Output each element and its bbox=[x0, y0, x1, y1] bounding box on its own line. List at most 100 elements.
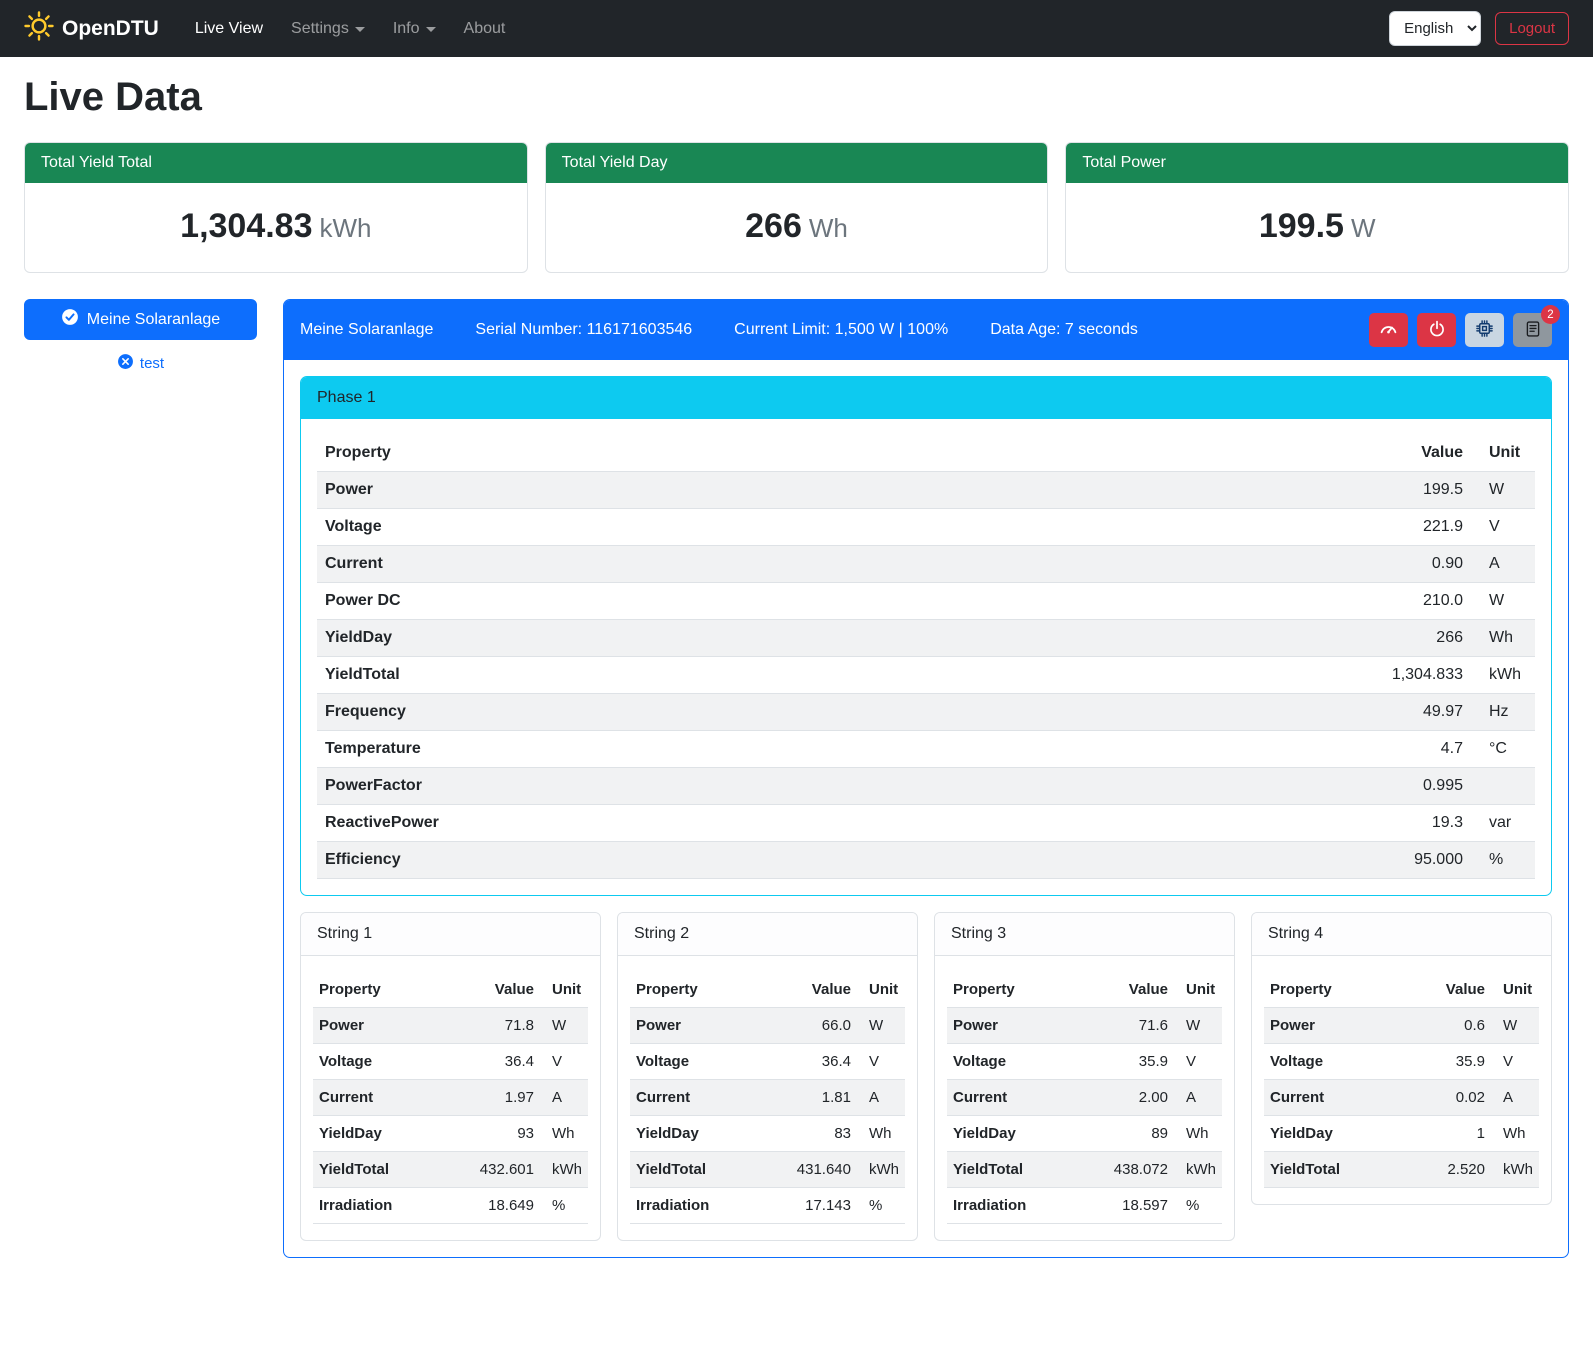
table-row: Temperature4.7°C bbox=[317, 731, 1535, 768]
value-cell: 1.81 bbox=[791, 1080, 857, 1116]
nav-item-live-view[interactable]: Live View bbox=[183, 12, 275, 46]
chevron-down-icon bbox=[426, 27, 436, 32]
unit-cell: °C bbox=[1471, 731, 1535, 768]
column-header: Unit bbox=[540, 972, 588, 1008]
table-header-row: PropertyValueUnit bbox=[317, 435, 1535, 472]
value-cell: 1 bbox=[1427, 1116, 1491, 1152]
test-link-label: test bbox=[140, 355, 164, 372]
check-circle-icon bbox=[61, 308, 79, 331]
table-row: YieldDay93Wh bbox=[313, 1116, 588, 1152]
nav-item-info[interactable]: Info bbox=[381, 12, 448, 46]
inverter-serial: Serial Number: 116171603546 bbox=[475, 321, 692, 339]
table-row: Current2.00A bbox=[947, 1080, 1222, 1116]
table-row: Power66.0W bbox=[630, 1008, 905, 1044]
unit-cell: Wh bbox=[1174, 1116, 1222, 1152]
property-cell: Current bbox=[313, 1080, 474, 1116]
chevron-down-icon bbox=[355, 27, 365, 32]
value-cell: 71.8 bbox=[474, 1008, 540, 1044]
summary-card-body: 1,304.83kWh bbox=[25, 183, 527, 272]
table-row: Current1.81A bbox=[630, 1080, 905, 1116]
unit-cell: A bbox=[1491, 1080, 1539, 1116]
table-row: Irradiation18.597% bbox=[947, 1188, 1222, 1224]
table-row: YieldTotal438.072kWh bbox=[947, 1152, 1222, 1188]
inverter-select-button[interactable]: Meine Solaranlage bbox=[24, 299, 257, 340]
table-row: ReactivePower19.3var bbox=[317, 805, 1535, 842]
summary-value: 266 bbox=[745, 207, 802, 245]
value-cell: 35.9 bbox=[1108, 1044, 1174, 1080]
table-header-row: PropertyValueUnit bbox=[947, 972, 1222, 1008]
column-header: Unit bbox=[857, 972, 905, 1008]
phase-table: PropertyValueUnitPower199.5WVoltage221.9… bbox=[317, 435, 1535, 879]
unit-cell bbox=[1471, 768, 1535, 805]
nav-item-settings[interactable]: Settings bbox=[279, 12, 377, 46]
property-cell: YieldDay bbox=[630, 1116, 791, 1152]
value-cell: 66.0 bbox=[791, 1008, 857, 1044]
property-cell: YieldTotal bbox=[947, 1152, 1108, 1188]
table-row: Voltage36.4V bbox=[313, 1044, 588, 1080]
nav-item-label: Settings bbox=[291, 20, 349, 38]
table-row: YieldTotal1,304.833kWh bbox=[317, 657, 1535, 694]
string-card: String 2PropertyValueUnitPower66.0WVolta… bbox=[617, 912, 918, 1241]
property-cell: YieldTotal bbox=[630, 1152, 791, 1188]
value-cell: 36.4 bbox=[474, 1044, 540, 1080]
unit-cell: Wh bbox=[1491, 1116, 1539, 1152]
table-row: Power71.6W bbox=[947, 1008, 1222, 1044]
page-title: Live Data bbox=[24, 75, 1569, 120]
limit-settings-button[interactable] bbox=[1369, 313, 1408, 347]
main-content: Meine Solaranlage test Meine Solaranlage… bbox=[24, 299, 1569, 1258]
column-header: Value bbox=[791, 972, 857, 1008]
unit-cell: % bbox=[1174, 1188, 1222, 1224]
property-cell: Irradiation bbox=[947, 1188, 1108, 1224]
value-cell: 2.00 bbox=[1108, 1080, 1174, 1116]
summary-card-title: Total Yield Day bbox=[546, 143, 1048, 183]
table-row: Voltage35.9V bbox=[1264, 1044, 1539, 1080]
property-cell: YieldTotal bbox=[1264, 1152, 1427, 1188]
value-cell: 0.6 bbox=[1427, 1008, 1491, 1044]
property-cell: Power bbox=[1264, 1008, 1427, 1044]
unit-cell: kWh bbox=[1174, 1152, 1222, 1188]
column-header: Unit bbox=[1174, 972, 1222, 1008]
power-icon bbox=[1428, 320, 1446, 341]
logout-button[interactable]: Logout bbox=[1495, 12, 1569, 45]
value-cell: 1,304.833 bbox=[1341, 657, 1471, 694]
phase-card-body: PropertyValueUnitPower199.5WVoltage221.9… bbox=[301, 419, 1551, 895]
string-card-body: PropertyValueUnitPower71.8WVoltage36.4VC… bbox=[301, 956, 600, 1240]
brand[interactable]: OpenDTU bbox=[24, 11, 159, 47]
nav-item-label: About bbox=[464, 20, 506, 38]
table-row: Efficiency95.000% bbox=[317, 842, 1535, 879]
table-row: YieldTotal432.601kWh bbox=[313, 1152, 588, 1188]
property-cell: Current bbox=[1264, 1080, 1427, 1116]
x-circle-icon bbox=[117, 353, 134, 374]
string-card-title: String 2 bbox=[618, 913, 917, 956]
table-row: Current0.02A bbox=[1264, 1080, 1539, 1116]
property-cell: Temperature bbox=[317, 731, 1341, 768]
unit-cell: kWh bbox=[1471, 657, 1535, 694]
device-info-button[interactable] bbox=[1465, 313, 1504, 347]
unit-cell: A bbox=[540, 1080, 588, 1116]
column-header: Value bbox=[474, 972, 540, 1008]
unit-cell: W bbox=[1471, 472, 1535, 509]
nav-item-about[interactable]: About bbox=[452, 12, 518, 46]
summary-card-total-yield-day: Total Yield Day 266Wh bbox=[545, 142, 1049, 273]
unit-cell: kWh bbox=[857, 1152, 905, 1188]
property-cell: ReactivePower bbox=[317, 805, 1341, 842]
speedometer-icon bbox=[1379, 319, 1398, 341]
power-toggle-button[interactable] bbox=[1417, 313, 1456, 347]
property-cell: Current bbox=[947, 1080, 1108, 1116]
column-header: Property bbox=[947, 972, 1108, 1008]
language-select[interactable]: English bbox=[1389, 11, 1481, 46]
property-cell: Voltage bbox=[630, 1044, 791, 1080]
unit-cell: A bbox=[857, 1080, 905, 1116]
property-cell: Current bbox=[630, 1080, 791, 1116]
property-cell: Irradiation bbox=[313, 1188, 474, 1224]
table-row: Power DC210.0W bbox=[317, 583, 1535, 620]
inverter-test-link[interactable]: test bbox=[24, 353, 257, 374]
value-cell: 19.3 bbox=[1341, 805, 1471, 842]
property-cell: Voltage bbox=[313, 1044, 474, 1080]
event-log-button[interactable]: 2 bbox=[1513, 313, 1552, 347]
property-cell: Current bbox=[317, 546, 1341, 583]
string-card-title: String 3 bbox=[935, 913, 1234, 956]
summary-card-body: 199.5W bbox=[1066, 183, 1568, 272]
table-row: Power0.6W bbox=[1264, 1008, 1539, 1044]
unit-cell: A bbox=[1471, 546, 1535, 583]
